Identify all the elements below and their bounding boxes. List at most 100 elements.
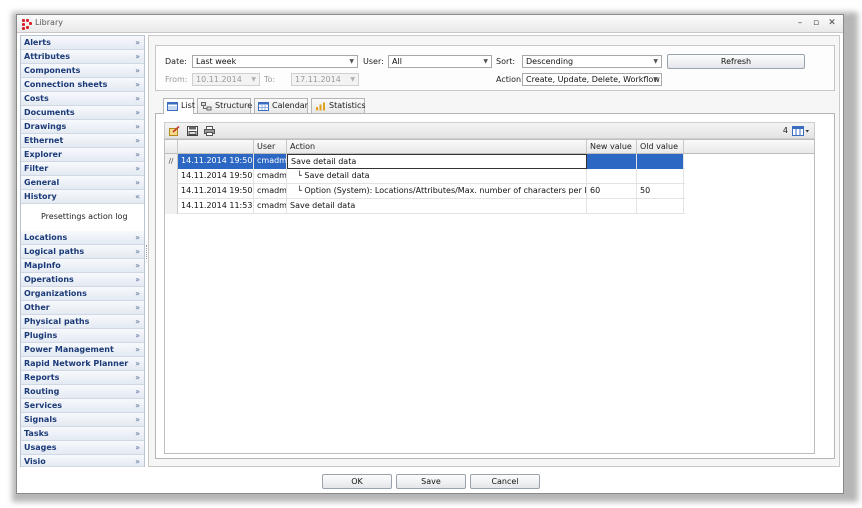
sidebar-item-operations[interactable]: Operations » xyxy=(21,273,144,287)
sidebar-item-label: Rapid Network Planner xyxy=(24,359,129,368)
date-label: Date: xyxy=(165,57,187,66)
sidebar-item-components[interactable]: Components » xyxy=(21,64,144,78)
sidebar-item-label: Attributes xyxy=(24,52,70,61)
action-label: Action: xyxy=(496,75,524,84)
cell-action: Save detail data xyxy=(287,154,587,169)
chevron-down-icon: » xyxy=(135,66,140,75)
sidebar-item-other[interactable]: Other » xyxy=(21,301,144,315)
sidebar-item-label: Power Management xyxy=(24,345,114,354)
sidebar-item-label: Reports xyxy=(24,373,60,382)
sidebar-item-label: Signals xyxy=(24,415,57,424)
sidebar-item-label: General xyxy=(24,178,60,187)
tab-label: Calendar xyxy=(272,101,308,110)
table-row[interactable]: 14.11.2014 19:50:27 cmadmin └ Option (Sy… xyxy=(165,184,685,199)
cell-datetime: 14.11.2014 19:50:26 xyxy=(178,169,254,184)
chevron-down-icon: » xyxy=(135,94,140,103)
sidebar-item-rapid-network-planner[interactable]: Rapid Network Planner » xyxy=(21,357,144,371)
sidebar-item-signals[interactable]: Signals » xyxy=(21,413,144,427)
from-date-field[interactable]: 10.11.2014 ▼ xyxy=(192,73,260,86)
cell-action: Save detail data xyxy=(287,199,587,214)
sidebar-item-reports[interactable]: Reports » xyxy=(21,371,144,385)
from-label: From: xyxy=(165,75,188,84)
chevron-down-icon: » xyxy=(135,457,140,466)
minimize-icon[interactable]: – xyxy=(793,17,807,30)
chevron-down-icon: » xyxy=(135,401,140,410)
sidebar-item-explorer[interactable]: Explorer » xyxy=(21,148,144,162)
cell-user: cmadmin xyxy=(254,154,287,169)
print-icon[interactable] xyxy=(204,126,215,136)
sidebar-item-documents[interactable]: Documents » xyxy=(21,106,144,120)
sidebar-item-costs[interactable]: Costs » xyxy=(21,92,144,106)
column-header-action[interactable]: Action xyxy=(287,140,587,154)
sidebar-item-drawings[interactable]: Drawings » xyxy=(21,120,144,134)
sidebar-item-label: Visio xyxy=(24,457,46,466)
sidebar-item-label: Filter xyxy=(24,164,49,173)
dropdown-arrow-icon: ▼ xyxy=(349,58,354,65)
sidebar-item-locations[interactable]: Locations » xyxy=(21,231,144,245)
user-dropdown[interactable]: All ▼ xyxy=(388,55,492,68)
sidebar-item-services[interactable]: Services » xyxy=(21,399,144,413)
tab-calendar[interactable]: Calendar xyxy=(254,98,308,113)
action-dropdown[interactable]: Create, Update, Delete, Workflow ▼ xyxy=(522,73,662,86)
sidebar-item-history[interactable]: History « xyxy=(21,190,144,204)
sidebar-item-routing[interactable]: Routing » xyxy=(21,385,144,399)
dropdown-arrow-icon: ▼ xyxy=(251,76,256,83)
chevron-down-icon: » xyxy=(135,178,140,187)
sidebar-item-general[interactable]: General » xyxy=(21,176,144,190)
sidebar-item-alerts[interactable]: Alerts » xyxy=(21,36,144,50)
sidebar-item-logical-paths[interactable]: Logical paths » xyxy=(21,245,144,259)
sidebar-item-label: Alerts xyxy=(24,38,51,47)
sort-dropdown[interactable]: Descending ▼ xyxy=(522,55,662,68)
chevron-down-icon: » xyxy=(135,331,140,340)
sidebar-item-plugins[interactable]: Plugins » xyxy=(21,329,144,343)
refresh-button[interactable]: Refresh xyxy=(667,54,805,69)
sidebar-item-label: Usages xyxy=(24,443,57,452)
export-icon[interactable] xyxy=(187,126,198,136)
sidebar-item-filter[interactable]: Filter » xyxy=(21,162,144,176)
cell-old-value xyxy=(637,169,684,184)
sidebar-item-visio[interactable]: Visio » xyxy=(21,455,144,467)
sidebar-item-connection-sheets[interactable]: Connection sheets » xyxy=(21,78,144,92)
cell-new-value xyxy=(587,169,637,184)
table-row[interactable]: 14.11.2014 11:53:59 cmadmin Save detail … xyxy=(165,199,685,214)
column-chooser-icon[interactable] xyxy=(792,126,810,136)
ok-button[interactable]: OK xyxy=(322,474,392,489)
cancel-button[interactable]: Cancel xyxy=(470,474,540,489)
cell-new-value: 60 xyxy=(587,184,637,199)
sidebar-item-usages[interactable]: Usages » xyxy=(21,441,144,455)
tab-list[interactable]: List xyxy=(163,98,195,114)
sidebar-item-label: Connection sheets xyxy=(24,80,108,89)
close-icon[interactable]: ✕ xyxy=(825,17,839,30)
chevron-down-icon: » xyxy=(135,443,140,452)
sidebar-item-attributes[interactable]: Attributes » xyxy=(21,50,144,64)
column-header-new-value[interactable]: New value xyxy=(587,140,637,154)
table-row[interactable]: 14.11.2014 19:50:26 cmadmin └ Save detai… xyxy=(165,169,685,184)
table-row[interactable]: // 14.11.2014 19:50:26 cmadmin Save deta… xyxy=(165,154,685,169)
sidebar-item-power-management[interactable]: Power Management » xyxy=(21,343,144,357)
statistics-icon xyxy=(316,102,325,111)
tab-statistics[interactable]: Statistics xyxy=(311,98,366,113)
filter-panel: Date: Last week ▼ User: All ▼ Sort: Descen… xyxy=(155,45,835,91)
column-header-datetime[interactable] xyxy=(178,140,254,154)
edit-icon[interactable] xyxy=(169,126,180,136)
tab-structure[interactable]: Structure xyxy=(197,98,252,113)
to-date-field[interactable]: 17.11.2014 ▼ xyxy=(291,73,359,86)
sidebar-item-physical-paths[interactable]: Physical paths » xyxy=(21,315,144,329)
sidebar-item-label: Organizations xyxy=(24,289,87,298)
column-header-user[interactable]: User xyxy=(254,140,287,154)
chevron-down-icon: » xyxy=(135,387,140,396)
column-header-old-value[interactable]: Old value xyxy=(637,140,684,154)
chevron-down-icon: » xyxy=(135,303,140,312)
cell-user: cmadmin xyxy=(254,199,287,214)
date-dropdown[interactable]: Last week ▼ xyxy=(192,55,358,68)
sidebar-subitem-presettings-action-log[interactable]: Presettings action log xyxy=(41,212,128,221)
save-button[interactable]: Save xyxy=(396,474,466,489)
sidebar-item-organizations[interactable]: Organizations » xyxy=(21,287,144,301)
maximize-icon[interactable]: ▫ xyxy=(809,17,823,30)
sidebar-item-ethernet[interactable]: Ethernet » xyxy=(21,134,144,148)
header-indicator xyxy=(165,140,178,154)
sidebar-item-tasks[interactable]: Tasks » xyxy=(21,427,144,441)
sidebar-item-mapinfo[interactable]: MapInfo » xyxy=(21,259,144,273)
list-icon xyxy=(167,102,178,111)
category-sidebar: Alerts » Attributes » Components » Connecti… xyxy=(20,35,145,467)
